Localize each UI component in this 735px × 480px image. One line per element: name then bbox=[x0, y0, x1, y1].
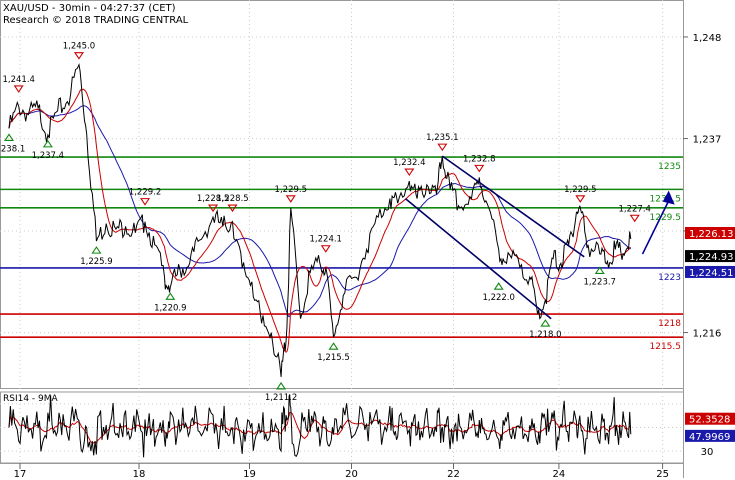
swing-high-marker bbox=[285, 195, 296, 203]
channel-line-2 bbox=[404, 198, 552, 320]
swing-low-marker bbox=[328, 342, 339, 350]
level-label-1229.5: 1229.5 bbox=[650, 213, 682, 223]
swing-low-label: 1,237.4 bbox=[32, 151, 64, 161]
swing-high-label: 1,245.0 bbox=[63, 42, 95, 52]
level-label-1215.5: 1215.5 bbox=[650, 342, 682, 352]
swing-high-marker bbox=[140, 198, 151, 206]
last-price-tag-label: 1,224.51 bbox=[689, 268, 734, 279]
swing-low-label: 1,222.0 bbox=[482, 293, 514, 303]
swing-high-label: 1,229.5 bbox=[275, 185, 307, 195]
swing-high-marker bbox=[73, 52, 84, 60]
chart-copyright: Research © 2018 TRADING CENTRAL bbox=[3, 15, 189, 26]
swing-low-label: 1,223.7 bbox=[584, 277, 616, 287]
x-tick-label-19: 19 bbox=[243, 469, 256, 480]
x-tick-label-18: 18 bbox=[133, 469, 146, 480]
ma-slow-line bbox=[8, 105, 632, 318]
rsi-value-tag-label: 47.9969 bbox=[689, 432, 730, 443]
swing-low-label: 1,215.5 bbox=[317, 353, 349, 363]
swing-high-marker bbox=[629, 214, 640, 223]
swing-low-marker bbox=[165, 292, 176, 300]
rsi-label: RSI14 - 9MA bbox=[3, 394, 58, 404]
x-tick-label-25: 25 bbox=[656, 469, 669, 480]
channel-line-1 bbox=[441, 155, 585, 258]
swing-high-marker bbox=[474, 164, 485, 173]
swing-high-label: 1,229.5 bbox=[564, 185, 596, 195]
level-label-1235: 1235 bbox=[658, 162, 681, 172]
swing-high-label: 1,232.8 bbox=[463, 154, 495, 164]
swing-high-marker bbox=[320, 245, 331, 253]
swing-low-label: 1,211.2 bbox=[265, 393, 297, 403]
level-label-1218: 1218 bbox=[658, 319, 681, 329]
swing-low-marker bbox=[42, 139, 53, 148]
chart-svg: 171819202224251,2161,2271,2371,248123512… bbox=[0, 0, 735, 480]
y-tick-label: 1,237 bbox=[693, 135, 722, 146]
swing-high-label: 1,224.1 bbox=[310, 235, 342, 245]
x-tick-label-20: 20 bbox=[345, 469, 358, 480]
swing-low-label: 1,218.0 bbox=[529, 330, 561, 340]
x-tick-label-22: 22 bbox=[447, 469, 460, 480]
y-tick-label: 1,216 bbox=[693, 329, 722, 340]
swing-high-marker bbox=[404, 168, 415, 177]
swing-low-label: 1,225.9 bbox=[80, 257, 112, 267]
swing-high-label: 1,227.4 bbox=[619, 204, 651, 214]
swing-high-marker bbox=[13, 85, 24, 93]
last-price-tag-label: 1,226.13 bbox=[689, 229, 734, 240]
last-price-tag-label: 1,224.93 bbox=[689, 252, 734, 263]
rsi-tick-label: 30 bbox=[701, 447, 714, 458]
rsi-value-tag-label: 52.3528 bbox=[689, 415, 730, 426]
swing-low-marker bbox=[540, 319, 551, 327]
y-tick-label: 1,248 bbox=[693, 33, 722, 44]
rsi-line bbox=[8, 394, 632, 458]
chart-title: XAU/USD - 30min - 04:27:37 (CET) bbox=[3, 3, 176, 14]
swing-low-label: 1,220.9 bbox=[154, 303, 186, 313]
swing-high-label: 1,235.1 bbox=[426, 133, 458, 143]
x-tick-label-17: 17 bbox=[14, 469, 27, 480]
swing-low-label: 1,238.1 bbox=[0, 144, 25, 154]
x-tick-label-24: 24 bbox=[553, 469, 566, 480]
swing-low-marker bbox=[3, 133, 15, 141]
swing-high-label: 1,228.5 bbox=[216, 194, 248, 204]
swing-high-label: 1,232.4 bbox=[393, 158, 425, 168]
swing-low-marker bbox=[91, 246, 102, 254]
swing-high-marker bbox=[437, 143, 448, 152]
swing-high-label: 1,241.4 bbox=[2, 75, 34, 85]
swing-high-marker bbox=[575, 195, 586, 203]
swing-low-marker bbox=[493, 282, 504, 290]
swing-high-label: 1,229.2 bbox=[129, 188, 161, 198]
level-label-1223: 1223 bbox=[658, 273, 681, 283]
